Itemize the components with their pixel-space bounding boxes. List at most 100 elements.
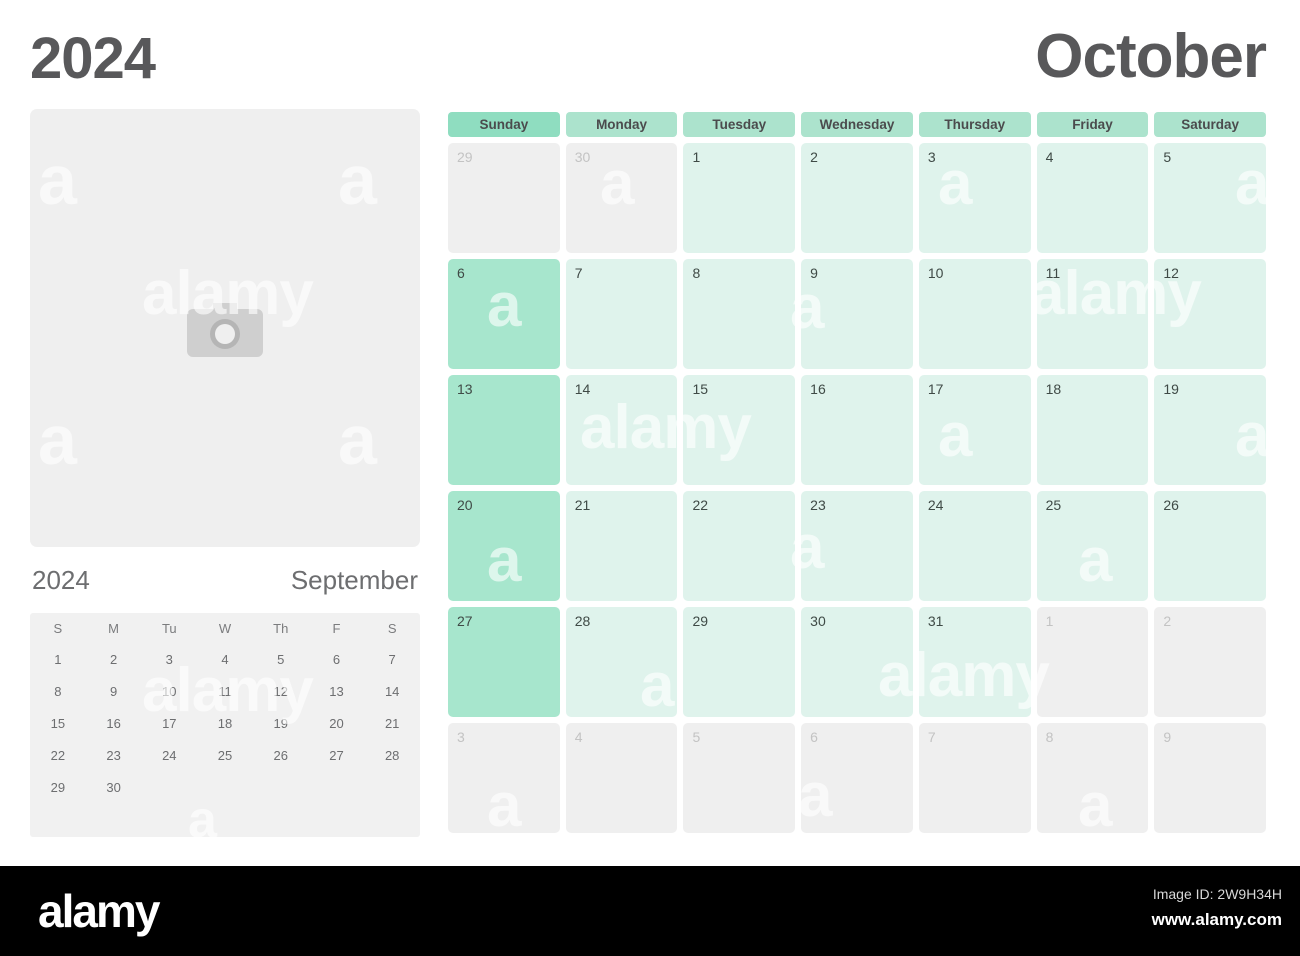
day-number: 1 (692, 149, 701, 165)
day-cell[interactable]: 16 (801, 375, 913, 485)
day-number: 9 (1163, 729, 1172, 745)
day-cell[interactable]: 17 (918, 375, 1031, 485)
day-number: 8 (692, 265, 701, 281)
day-cell[interactable]: 14 (565, 375, 678, 485)
mini-day[interactable]: 12 (253, 675, 309, 707)
day-number: 3 (457, 729, 465, 745)
day-cell[interactable]: 31 (918, 607, 1031, 717)
day-cell[interactable]: 4 (1036, 143, 1149, 253)
mini-day[interactable]: 28 (364, 739, 420, 771)
day-cell[interactable]: 10 (918, 259, 1031, 369)
day-number: 9 (810, 265, 818, 281)
day-cell[interactable]: 15 (683, 375, 796, 485)
day-cell[interactable]: 4 (565, 723, 678, 833)
day-number: 2 (1163, 613, 1172, 629)
day-cell[interactable]: 5 (683, 723, 796, 833)
day-cell[interactable]: 3 (448, 723, 560, 833)
day-cell[interactable]: 6 (801, 723, 913, 833)
week-row: 20 21 22 23 24 25 26 (448, 491, 1267, 601)
day-cell[interactable]: 21 (565, 491, 678, 601)
day-cell[interactable]: 3 (918, 143, 1031, 253)
mini-day[interactable]: 20 (309, 707, 365, 739)
day-number: 1 (1045, 613, 1054, 629)
day-cell[interactable]: 1 (683, 143, 796, 253)
mini-day[interactable]: 9 (86, 675, 142, 707)
day-cell[interactable]: 19 (1154, 375, 1267, 485)
mini-day[interactable]: 19 (253, 707, 309, 739)
day-cell[interactable]: 24 (918, 491, 1031, 601)
mini-day[interactable]: 1 (30, 643, 86, 675)
mini-day[interactable]: 21 (364, 707, 420, 739)
mini-day[interactable]: 16 (86, 707, 142, 739)
day-cell[interactable]: 7 (565, 259, 678, 369)
day-cell[interactable]: 12 (1154, 259, 1267, 369)
mini-day[interactable]: 18 (197, 707, 253, 739)
page-title-year: 2024 (30, 26, 156, 91)
day-number: 22 (692, 497, 709, 513)
mini-day[interactable]: 5 (253, 643, 309, 675)
day-cell[interactable]: 25 (1036, 491, 1149, 601)
mini-day-empty (309, 771, 365, 803)
day-cell[interactable]: 30 (565, 143, 678, 253)
day-number: 4 (574, 729, 583, 745)
day-number: 5 (1163, 149, 1172, 165)
weekday-header-row: Sunday Monday Tuesday Wednesday Thursday… (448, 112, 1267, 137)
day-cell[interactable]: 8 (683, 259, 796, 369)
mini-day[interactable]: 29 (30, 771, 86, 803)
day-number: 23 (810, 497, 826, 513)
day-cell[interactable]: 2 (801, 143, 913, 253)
weekday-header-monday: Monday (565, 112, 678, 137)
mini-day[interactable]: 23 (86, 739, 142, 771)
day-number: 25 (1045, 497, 1062, 513)
page-title-month: October (1035, 22, 1267, 91)
mini-day[interactable]: 8 (30, 675, 86, 707)
mini-day[interactable]: 11 (197, 675, 253, 707)
day-cell[interactable]: 8 (1036, 723, 1149, 833)
mini-day[interactable]: 25 (197, 739, 253, 771)
mini-day[interactable]: 10 (141, 675, 197, 707)
mini-day[interactable]: 26 (253, 739, 309, 771)
day-cell[interactable]: 1 (1036, 607, 1149, 717)
mini-day[interactable]: 4 (197, 643, 253, 675)
day-cell[interactable]: 18 (1036, 375, 1149, 485)
day-cell[interactable]: 5 (1154, 143, 1267, 253)
day-cell[interactable]: 9 (1154, 723, 1267, 833)
mini-day[interactable]: 7 (364, 643, 420, 675)
mini-day[interactable]: 27 (309, 739, 365, 771)
mini-calendar-grid: S M Tu W Th F S 1 2 3 4 5 6 7 8 9 10 11 … (30, 613, 420, 837)
day-number: 30 (574, 149, 591, 165)
alamy-footer-bar: alamy Image ID: 2W9H34H www.alamy.com (0, 866, 1300, 956)
day-cell[interactable]: 13 (448, 375, 560, 485)
mini-day[interactable]: 15 (30, 707, 86, 739)
day-cell[interactable]: 11 (1036, 259, 1149, 369)
mini-day[interactable]: 24 (141, 739, 197, 771)
day-cell[interactable]: 22 (683, 491, 796, 601)
day-cell[interactable]: 20 (448, 491, 560, 601)
day-cell[interactable]: 23 (801, 491, 913, 601)
mini-day[interactable]: 22 (30, 739, 86, 771)
alamy-url-label: www.alamy.com (1151, 910, 1282, 929)
mini-day-empty (141, 771, 197, 803)
day-cell[interactable]: 6 (448, 259, 560, 369)
mini-day[interactable]: 3 (141, 643, 197, 675)
day-cell[interactable]: 9 (801, 259, 913, 369)
mini-day-empty (197, 771, 253, 803)
day-cell[interactable]: 29 (448, 143, 560, 253)
day-cell[interactable]: 28 (565, 607, 678, 717)
day-cell[interactable]: 26 (1154, 491, 1267, 601)
day-cell[interactable]: 29 (683, 607, 796, 717)
day-cell[interactable]: 30 (801, 607, 913, 717)
day-number: 29 (457, 149, 473, 165)
mini-dow-friday: F (332, 620, 341, 636)
mini-day[interactable]: 6 (309, 643, 365, 675)
mini-day[interactable]: 14 (364, 675, 420, 707)
weekday-header-sunday: Sunday (448, 112, 560, 137)
day-cell[interactable]: 2 (1154, 607, 1267, 717)
mini-day[interactable]: 17 (141, 707, 197, 739)
alamy-logo: alamy (38, 885, 160, 937)
mini-day[interactable]: 13 (309, 675, 365, 707)
mini-day[interactable]: 30 (86, 771, 142, 803)
mini-day[interactable]: 2 (86, 643, 142, 675)
day-cell[interactable]: 27 (448, 607, 560, 717)
day-cell[interactable]: 7 (918, 723, 1031, 833)
